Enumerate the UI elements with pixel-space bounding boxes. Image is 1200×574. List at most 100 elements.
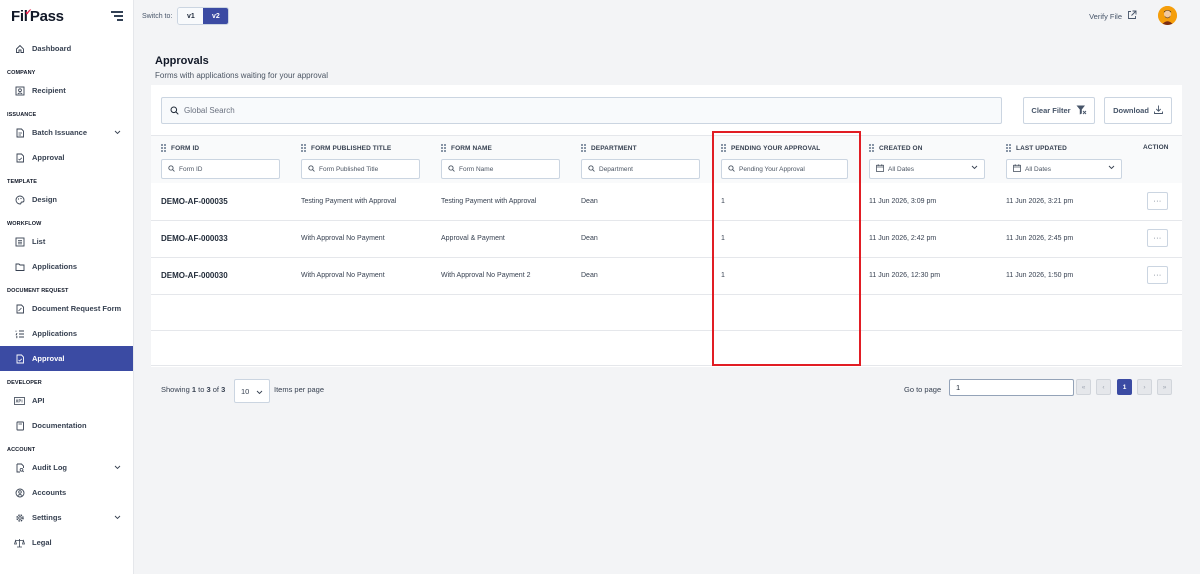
section-template: TEMPLATE [7, 179, 38, 185]
sidebar-item-dashboard[interactable]: Dashboard [0, 36, 133, 61]
sidebar-item-api[interactable]: API [0, 388, 133, 413]
row-actions-button[interactable]: ··· [1147, 229, 1168, 247]
column-label: ACTION [1143, 144, 1169, 151]
pagination-footer: Showing 1 to 3 of 3 10 Items per page Go… [151, 367, 1182, 413]
approvals-card: Global Search Clear Filter Download FORM… [151, 85, 1182, 413]
drag-handle-icon[interactable] [301, 144, 306, 152]
clear-filter-label: Clear Filter [1031, 106, 1071, 115]
sidebar-item-settings[interactable]: Settings [0, 505, 133, 530]
sidebar-item-legal[interactable]: Legal [0, 530, 133, 555]
chevron-down-icon [256, 388, 263, 397]
per-page-value: 10 [241, 386, 250, 396]
sidebar-item-label: API [32, 396, 45, 405]
drag-handle-icon[interactable] [161, 144, 166, 152]
external-link-icon [1127, 10, 1137, 22]
created-on-date-select[interactable]: All Dates [869, 159, 985, 179]
verify-file-link[interactable]: Verify File [1089, 10, 1137, 22]
row-actions-button[interactable]: ··· [1147, 192, 1168, 210]
sidebar-item-documentation[interactable]: Documentation [0, 413, 133, 438]
published-title-filter-input[interactable]: Form Published Title [301, 159, 420, 179]
page-button-current[interactable]: 1 [1117, 379, 1132, 395]
clear-filter-button[interactable]: Clear Filter [1023, 97, 1095, 124]
form-id-filter-input[interactable]: Form ID [161, 159, 280, 179]
sidebar-item-label: Approval [32, 354, 65, 363]
drag-handle-icon[interactable] [869, 144, 874, 152]
drag-handle-icon[interactable] [581, 144, 586, 152]
pending-column-highlight [712, 131, 861, 366]
sidebar-item-docreq-approval[interactable]: Approval [0, 346, 133, 371]
table-row[interactable]: DEMO-AF-000030 With Approval No Payment … [151, 258, 1182, 295]
column-label: FORM PUBLISHED TITLE [311, 144, 392, 152]
department-filter-input[interactable]: Department [581, 159, 700, 179]
section-developer: DEVELOPER [7, 380, 42, 386]
first-page-button[interactable]: « [1076, 379, 1091, 395]
goto-page-input[interactable]: 1 [949, 379, 1074, 396]
sidebar-item-issuance-approval[interactable]: Approval [0, 145, 133, 170]
chevron-down-icon [114, 128, 121, 137]
sidebar-item-docreq-applications[interactable]: Applications [0, 321, 133, 346]
chevron-down-icon [971, 165, 978, 172]
document-check-icon [14, 152, 25, 163]
table-row[interactable]: DEMO-AF-000033 With Approval No Payment … [151, 221, 1182, 258]
form-name-filter-input[interactable]: Form Name [441, 159, 560, 179]
section-workflow: WORKFLOW [7, 221, 42, 227]
sidebar-item-label: Dashboard [32, 44, 72, 53]
goto-page-label: Go to page [904, 385, 942, 394]
drag-handle-icon[interactable] [1006, 144, 1011, 152]
form-name-cell: With Approval No Payment 2 [441, 272, 531, 279]
sidebar-item-design[interactable]: Design [0, 187, 133, 212]
empty-table-row [151, 331, 1182, 366]
column-label: FORM NAME [451, 144, 492, 152]
sidebar-item-list[interactable]: List [0, 229, 133, 254]
column-header-created-on[interactable]: CREATED ON [869, 144, 923, 152]
global-search-input[interactable]: Global Search [161, 97, 1002, 124]
search-placeholder: Global Search [184, 106, 235, 115]
next-page-button[interactable]: › [1137, 379, 1152, 395]
document-search-icon [14, 462, 25, 473]
showing-to-word: to [198, 385, 205, 394]
avatar[interactable] [1158, 6, 1177, 25]
page-title: Approvals [155, 55, 209, 67]
section-company: COMPANY [7, 70, 36, 76]
section-account: ACCOUNT [7, 447, 36, 453]
page-subtitle: Forms with applications waiting for your… [155, 71, 328, 80]
sidebar-item-accounts[interactable]: Accounts [0, 480, 133, 505]
column-label: FORM ID [171, 144, 200, 152]
list-box-icon [14, 236, 25, 247]
sidebar-item-batch-issuance[interactable]: Batch Issuance [0, 120, 133, 145]
document-edit-icon [14, 303, 25, 314]
download-button[interactable]: Download [1104, 97, 1172, 124]
section-document-request: DOCUMENT REQUEST [7, 288, 69, 294]
version-v2-button[interactable]: v2 [203, 8, 229, 24]
last-updated-cell: 11 Jun 2026, 3:21 pm [1006, 198, 1074, 205]
drag-handle-icon[interactable] [441, 144, 446, 152]
table-header: FORM ID FORM PUBLISHED TITLE FORM NAME D… [151, 135, 1182, 183]
search-icon [588, 164, 595, 174]
sidebar-item-label: Legal [32, 538, 52, 547]
column-header-form-id[interactable]: FORM ID [161, 144, 199, 152]
department-cell: Dean [581, 272, 598, 279]
home-icon [14, 43, 25, 54]
version-switch: v1 v2 [177, 7, 230, 25]
sidebar-item-recipient[interactable]: Recipient [0, 78, 133, 103]
version-v1-button[interactable]: v1 [178, 8, 204, 24]
column-header-department[interactable]: DEPARTMENT [581, 144, 637, 152]
row-actions-button[interactable]: ··· [1147, 266, 1168, 284]
section-issuance: ISSUANCE [7, 112, 37, 118]
sidebar-item-workflow-applications[interactable]: Applications [0, 254, 133, 279]
logo[interactable]: Fil✔Pass [11, 7, 64, 25]
items-per-page-select[interactable]: 10 [234, 379, 270, 403]
sidebar-item-document-request-form[interactable]: Document Request Form [0, 296, 133, 321]
menu-toggle-icon[interactable] [111, 11, 123, 21]
last-page-button[interactable]: » [1157, 379, 1172, 395]
last-updated-date-select[interactable]: All Dates [1006, 159, 1122, 179]
column-header-form-name[interactable]: FORM NAME [441, 144, 492, 152]
sidebar-item-audit-log[interactable]: Audit Log [0, 455, 133, 480]
column-header-published-title[interactable]: FORM PUBLISHED TITLE [301, 144, 391, 152]
sidebar-item-label: Approval [32, 153, 65, 162]
table-row[interactable]: DEMO-AF-000035 Testing Payment with Appr… [151, 184, 1182, 221]
prev-page-button[interactable]: ‹ [1096, 379, 1111, 395]
showing-summary: Showing 1 to 3 of 3 [161, 385, 225, 394]
column-header-last-updated[interactable]: LAST UPDATED [1006, 144, 1067, 152]
showing-prefix: Showing [161, 385, 190, 394]
